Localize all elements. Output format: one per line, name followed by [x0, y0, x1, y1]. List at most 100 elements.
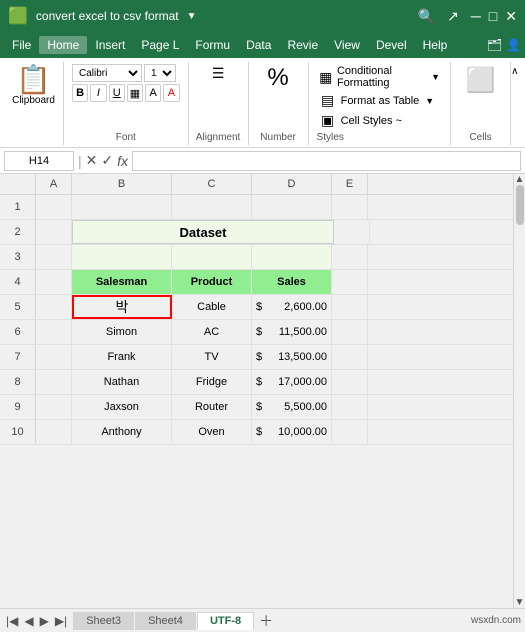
- share-icon[interactable]: ↗: [447, 8, 459, 25]
- alignment-button[interactable]: ☰: [196, 64, 240, 82]
- menu-review[interactable]: Revie: [279, 36, 326, 54]
- cell-a7[interactable]: [36, 345, 72, 369]
- cell-a8[interactable]: [36, 370, 72, 394]
- italic-button[interactable]: I: [90, 84, 106, 102]
- cell-d8[interactable]: $ 17,000.00: [252, 370, 332, 394]
- col-header-e[interactable]: E: [332, 174, 368, 194]
- font-size-selector[interactable]: 11: [144, 64, 176, 82]
- cell-e5[interactable]: [332, 295, 368, 319]
- col-header-a[interactable]: A: [36, 174, 72, 194]
- minimize-button[interactable]: ─: [471, 8, 481, 25]
- sheet-tab-sheet4[interactable]: Sheet4: [135, 612, 196, 630]
- vertical-scrollbar[interactable]: ▲ ▼: [513, 174, 525, 608]
- menu-view[interactable]: View: [326, 36, 368, 54]
- menu-data[interactable]: Data: [238, 36, 279, 54]
- cell-e4[interactable]: [332, 270, 368, 294]
- cell-e1[interactable]: [332, 195, 368, 219]
- insert-function-icon[interactable]: fx: [117, 153, 128, 169]
- cancel-formula-icon[interactable]: ✕: [86, 152, 98, 169]
- cell-d6[interactable]: $ 11,500.00: [252, 320, 332, 344]
- cell-c1[interactable]: [172, 195, 252, 219]
- ribbon-collapse-btn[interactable]: ∧: [511, 62, 521, 145]
- menu-formulas[interactable]: Formu: [187, 36, 238, 54]
- cell-e6[interactable]: [332, 320, 368, 344]
- cell-d10[interactable]: $ 10,000.00: [252, 420, 332, 444]
- clipboard-button[interactable]: 📋 Clipboard: [8, 64, 59, 108]
- formula-input[interactable]: [132, 151, 521, 171]
- cell-e3[interactable]: [332, 245, 368, 269]
- cell-c8[interactable]: Fridge: [172, 370, 252, 394]
- cell-c3[interactable]: [172, 245, 252, 269]
- menu-file[interactable]: File: [4, 36, 39, 54]
- cell-b5[interactable]: 박: [72, 295, 172, 319]
- conditional-formatting-button[interactable]: ▦ Conditional Formatting ▼: [317, 64, 442, 90]
- maximize-button[interactable]: □: [489, 8, 497, 25]
- underline-button[interactable]: U: [109, 84, 125, 102]
- cell-styles-button[interactable]: ▣ Cell Styles ~: [317, 111, 442, 130]
- cell-c5[interactable]: Cable: [172, 295, 252, 319]
- menu-page-layout[interactable]: Page L: [133, 36, 187, 54]
- cells-button[interactable]: ⬜: [462, 64, 500, 97]
- format-as-table-button[interactable]: ▤ Format as Table ▼: [317, 91, 442, 110]
- col-header-b[interactable]: B: [72, 174, 172, 194]
- cell-a10[interactable]: [36, 420, 72, 444]
- dropdown-icon[interactable]: ▼: [187, 11, 197, 22]
- close-button[interactable]: ✕: [505, 8, 517, 25]
- cell-b3[interactable]: [72, 245, 172, 269]
- cell-b2[interactable]: Dataset: [72, 220, 334, 244]
- cell-b8-nathan[interactable]: Nathan: [72, 370, 172, 394]
- cell-e2[interactable]: [334, 220, 370, 244]
- cell-c7[interactable]: TV: [172, 345, 252, 369]
- sheet-nav-last[interactable]: ▶|: [53, 614, 69, 628]
- cell-c9-router[interactable]: Router: [172, 395, 252, 419]
- cell-d3[interactable]: [252, 245, 332, 269]
- col-header-c[interactable]: C: [172, 174, 252, 194]
- font-name-selector[interactable]: Calibri: [72, 64, 142, 82]
- cell-a1[interactable]: [36, 195, 72, 219]
- scroll-up-icon[interactable]: ▲: [515, 174, 525, 185]
- cell-c6[interactable]: AC: [172, 320, 252, 344]
- scroll-thumb[interactable]: [516, 185, 524, 225]
- border-button[interactable]: ▦: [127, 84, 143, 102]
- sheet-tab-sheet3[interactable]: Sheet3: [73, 612, 134, 630]
- cell-a2[interactable]: [36, 220, 72, 244]
- menu-home[interactable]: Home: [39, 36, 87, 54]
- sheet-tab-utf8[interactable]: UTF-8: [197, 612, 254, 630]
- add-sheet-button[interactable]: ＋: [255, 611, 277, 631]
- ribbon-collapse-icon[interactable]: 🗂: [487, 38, 502, 52]
- cell-a4[interactable]: [36, 270, 72, 294]
- cell-e10[interactable]: [332, 420, 368, 444]
- cell-b7[interactable]: Frank: [72, 345, 172, 369]
- confirm-formula-icon[interactable]: ✓: [101, 152, 113, 169]
- cell-b4-salesman[interactable]: Salesman: [72, 270, 172, 294]
- cell-a3[interactable]: [36, 245, 72, 269]
- cell-d9[interactable]: $ 5,500.00: [252, 395, 332, 419]
- cell-a5[interactable]: [36, 295, 72, 319]
- cell-e9[interactable]: [332, 395, 368, 419]
- cell-b9[interactable]: Jaxson: [72, 395, 172, 419]
- account-icon[interactable]: 👤: [506, 38, 521, 52]
- cell-b1[interactable]: [72, 195, 172, 219]
- cell-b10-anthony[interactable]: Anthony: [72, 420, 172, 444]
- scroll-down-icon[interactable]: ▼: [515, 597, 525, 608]
- cell-d7[interactable]: $ 13,500.00: [252, 345, 332, 369]
- cell-d4-sales[interactable]: Sales: [252, 270, 332, 294]
- cell-e7[interactable]: [332, 345, 368, 369]
- font-color-button[interactable]: A: [163, 84, 179, 102]
- cell-a9[interactable]: [36, 395, 72, 419]
- menu-developer[interactable]: Devel: [368, 36, 415, 54]
- cell-a6[interactable]: [36, 320, 72, 344]
- cell-e8[interactable]: [332, 370, 368, 394]
- cell-b6[interactable]: Simon: [72, 320, 172, 344]
- fill-color-button[interactable]: A: [145, 84, 161, 102]
- sheet-nav-next[interactable]: ▶: [38, 614, 51, 628]
- cell-d1[interactable]: [252, 195, 332, 219]
- number-button[interactable]: %: [256, 64, 300, 92]
- cell-c4-product[interactable]: Product: [172, 270, 252, 294]
- menu-insert[interactable]: Insert: [87, 36, 133, 54]
- menu-help[interactable]: Help: [415, 36, 456, 54]
- search-icon[interactable]: 🔍: [418, 8, 435, 25]
- bold-button[interactable]: B: [72, 84, 88, 102]
- col-header-d[interactable]: D: [252, 174, 332, 194]
- name-box[interactable]: [4, 151, 74, 171]
